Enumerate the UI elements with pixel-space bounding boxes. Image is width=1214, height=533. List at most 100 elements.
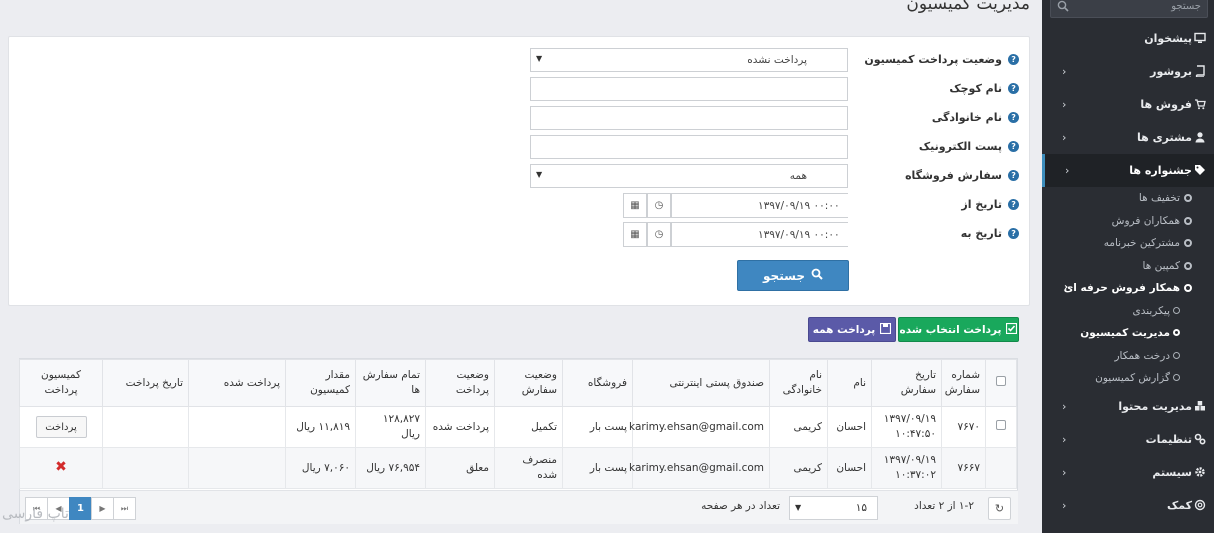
sidebar-menu: پیشخوان بروشور ‹ فروش ها ‹ مشتری ها ‹ جش… (1042, 22, 1214, 522)
email-input[interactable] (530, 135, 848, 159)
sidebar-item-help[interactable]: کمک ‹ (1042, 489, 1214, 522)
header-pay-status[interactable]: وضعیت پرداخت (425, 359, 495, 407)
sidebar-item-label: سیستم (1152, 465, 1192, 479)
cell-pay-status: معلق (425, 447, 495, 489)
caret-down-icon: ▼ (795, 503, 802, 512)
sidebar-search-input[interactable]: جستجو (1050, 0, 1208, 18)
clock-icon[interactable]: ◷ (647, 222, 671, 247)
sidebar-subitem-campaigns[interactable]: کمپین ها (1042, 255, 1214, 278)
sidebar-item-brochure[interactable]: بروشور ‹ (1042, 55, 1214, 88)
header-order-no[interactable]: شماره سفارش (941, 359, 986, 407)
sidebar-item-label: تنظیمات (1145, 432, 1192, 446)
cart-icon (1194, 98, 1206, 110)
lifebuoy-icon (1194, 499, 1206, 511)
search-button[interactable]: جستجو (737, 260, 849, 291)
question-icon[interactable]: ? (1008, 198, 1019, 210)
date-from-input[interactable]: ۱۳۹۷/۰۹/۱۹ ۰۰:۰۰ (671, 193, 848, 218)
header-email[interactable]: صندوق پستی اینترنتی (632, 359, 770, 407)
sidebar-item-sales[interactable]: فروش ها ‹ (1042, 88, 1214, 121)
sidebar-item-label: بروشور (1150, 65, 1192, 78)
header-order-total[interactable]: تمام سفارش ها (355, 359, 426, 407)
header-order-date[interactable]: تاریخ سفارش (871, 359, 942, 407)
filter-row-date-from: ? تاریخ از (859, 192, 1019, 216)
header-store[interactable]: فروشگاه (562, 359, 633, 407)
search-icon[interactable] (1057, 0, 1069, 15)
subitem-label: همکاران فروش (1111, 214, 1180, 227)
header-commission[interactable]: مقدار کمیسیون (285, 359, 356, 407)
header-pay-date[interactable]: تاریخ پرداخت (102, 359, 189, 407)
subitem-label: درخت همکار (1114, 349, 1170, 362)
sidebar-item-settings[interactable]: تنظیمات ‹ (1042, 423, 1214, 456)
refresh-icon[interactable]: ↻ (988, 497, 1011, 520)
sidebar-subitem-discounts[interactable]: تخفیف ها (1042, 187, 1214, 210)
cell-order-status: تکمیل (494, 406, 563, 448)
commission-table: شماره سفارش تاریخ سفارش نام نام خانوادگی… (19, 358, 1018, 524)
subitem-label: مشترکین خبرنامه (1103, 237, 1180, 250)
cell-order-status: منصرف شده (494, 447, 563, 489)
clock-icon[interactable]: ◷ (647, 193, 671, 218)
sidebar-item-festivals[interactable]: جشنواره ها ‹ (1042, 154, 1214, 187)
cell-action: پرداخت (19, 406, 103, 448)
question-icon[interactable]: ? (1008, 169, 1019, 181)
header-firstname[interactable]: نام (827, 359, 872, 407)
sidebar-subitem-config[interactable]: پیکربندی (1042, 300, 1214, 323)
question-icon[interactable]: ? (1008, 140, 1019, 152)
header-order-status[interactable]: وضعیت سفارش (494, 359, 563, 407)
sidebar-item-system[interactable]: سیستم ‹ (1042, 456, 1214, 489)
sidebar-subitem-newsletter[interactable]: مشترکین خبرنامه (1042, 232, 1214, 255)
sidebar-item-label: مدیریت محتوا (1118, 399, 1192, 413)
header-paid[interactable]: پرداخت شده (188, 359, 286, 407)
question-icon[interactable]: ? (1008, 53, 1019, 65)
pay-button[interactable]: پرداخت (35, 416, 87, 438)
subitem-label: همکار فروش حرفه ای (1063, 282, 1180, 295)
cell-store: پست بار (562, 406, 633, 448)
cell-commission: ۱۱,۸۱۹ ریال (285, 406, 356, 448)
next-page-icon[interactable]: ▶ (91, 497, 114, 520)
cell-lastname: کریمی (769, 406, 828, 448)
gears-icon (1194, 433, 1206, 445)
subitem-label: مدیریت کمیسیون (1080, 327, 1170, 340)
sidebar-subitem-commission-management[interactable]: مدیریت کمیسیون (1042, 322, 1214, 345)
store-order-select-value: همه (789, 170, 807, 182)
calendar-icon[interactable]: ▦ (623, 222, 647, 247)
row-checkbox[interactable] (996, 419, 1006, 430)
date-to-input[interactable]: ۱۳۹۷/۰۹/۱۹ ۰۰:۰۰ (671, 222, 848, 247)
circle-icon (1184, 284, 1192, 292)
date-to-value: ۱۳۹۷/۰۹/۱۹ ۰۰:۰۰ (758, 229, 840, 241)
caret-down-icon: ▼ (536, 170, 543, 179)
lastname-input[interactable] (530, 106, 848, 130)
status-select[interactable]: پرداخت نشده ▼ (530, 48, 848, 72)
question-icon[interactable]: ? (1008, 82, 1019, 94)
sidebar-item-content[interactable]: مدیریت محتوا ‹ (1042, 390, 1214, 423)
cell-paid (188, 406, 286, 448)
question-icon[interactable]: ? (1008, 227, 1019, 239)
email-label: پست الکترونیک (918, 139, 1002, 153)
filter-row-status: ? وضعیت پرداخت کمیسیون (859, 47, 1019, 71)
table-row: ۷۶۷۰ ۱۳۹۷/۰۹/۱۹ ۱۰:۴۷:۵۰ احسان کریمی kar… (19, 406, 1017, 448)
filter-row-store-order: ? سفارش فروشگاه (859, 163, 1019, 187)
last-page-icon[interactable]: ⏭ (113, 497, 136, 520)
chevron-left-icon: ‹ (1062, 465, 1067, 479)
sidebar-subitem-commission-report[interactable]: گزارش کمیسیون (1042, 367, 1214, 390)
page-size-select[interactable]: ۱۵ ▼ (789, 496, 878, 520)
header-lastname[interactable]: نام خانوادگی (769, 359, 828, 407)
cell-firstname: احسان (827, 447, 872, 489)
question-icon[interactable]: ? (1008, 111, 1019, 123)
sidebar-item-customers[interactable]: مشتری ها ‹ (1042, 121, 1214, 154)
firstname-input[interactable] (530, 77, 848, 101)
header-commission-pay[interactable]: کمیسیون پرداخت (19, 359, 103, 407)
search-placeholder: جستجو (1171, 1, 1201, 12)
sidebar-subitem-partner-tree[interactable]: درخت همکار (1042, 345, 1214, 368)
sidebar-subitem-sales-partners[interactable]: همکاران فروش (1042, 210, 1214, 233)
cell-firstname: احسان (827, 406, 872, 448)
sidebar-item-label: پیشخوان (1144, 32, 1192, 45)
calendar-icon[interactable]: ▦ (623, 193, 647, 218)
cell-order-no: ۷۶۷۰ (941, 406, 986, 448)
pay-all-button[interactable]: پرداخت همه (808, 317, 896, 342)
pay-selected-button[interactable]: پرداخت انتخاب شده (898, 317, 1019, 342)
select-all-checkbox[interactable] (996, 375, 1006, 386)
store-order-select[interactable]: همه ▼ (530, 164, 848, 188)
sidebar-subitem-pro-affiliate[interactable]: همکار فروش حرفه ای ‹ (1042, 277, 1214, 300)
current-page-button[interactable]: 1 (69, 497, 92, 520)
sidebar-item-dashboard[interactable]: پیشخوان (1042, 22, 1214, 55)
